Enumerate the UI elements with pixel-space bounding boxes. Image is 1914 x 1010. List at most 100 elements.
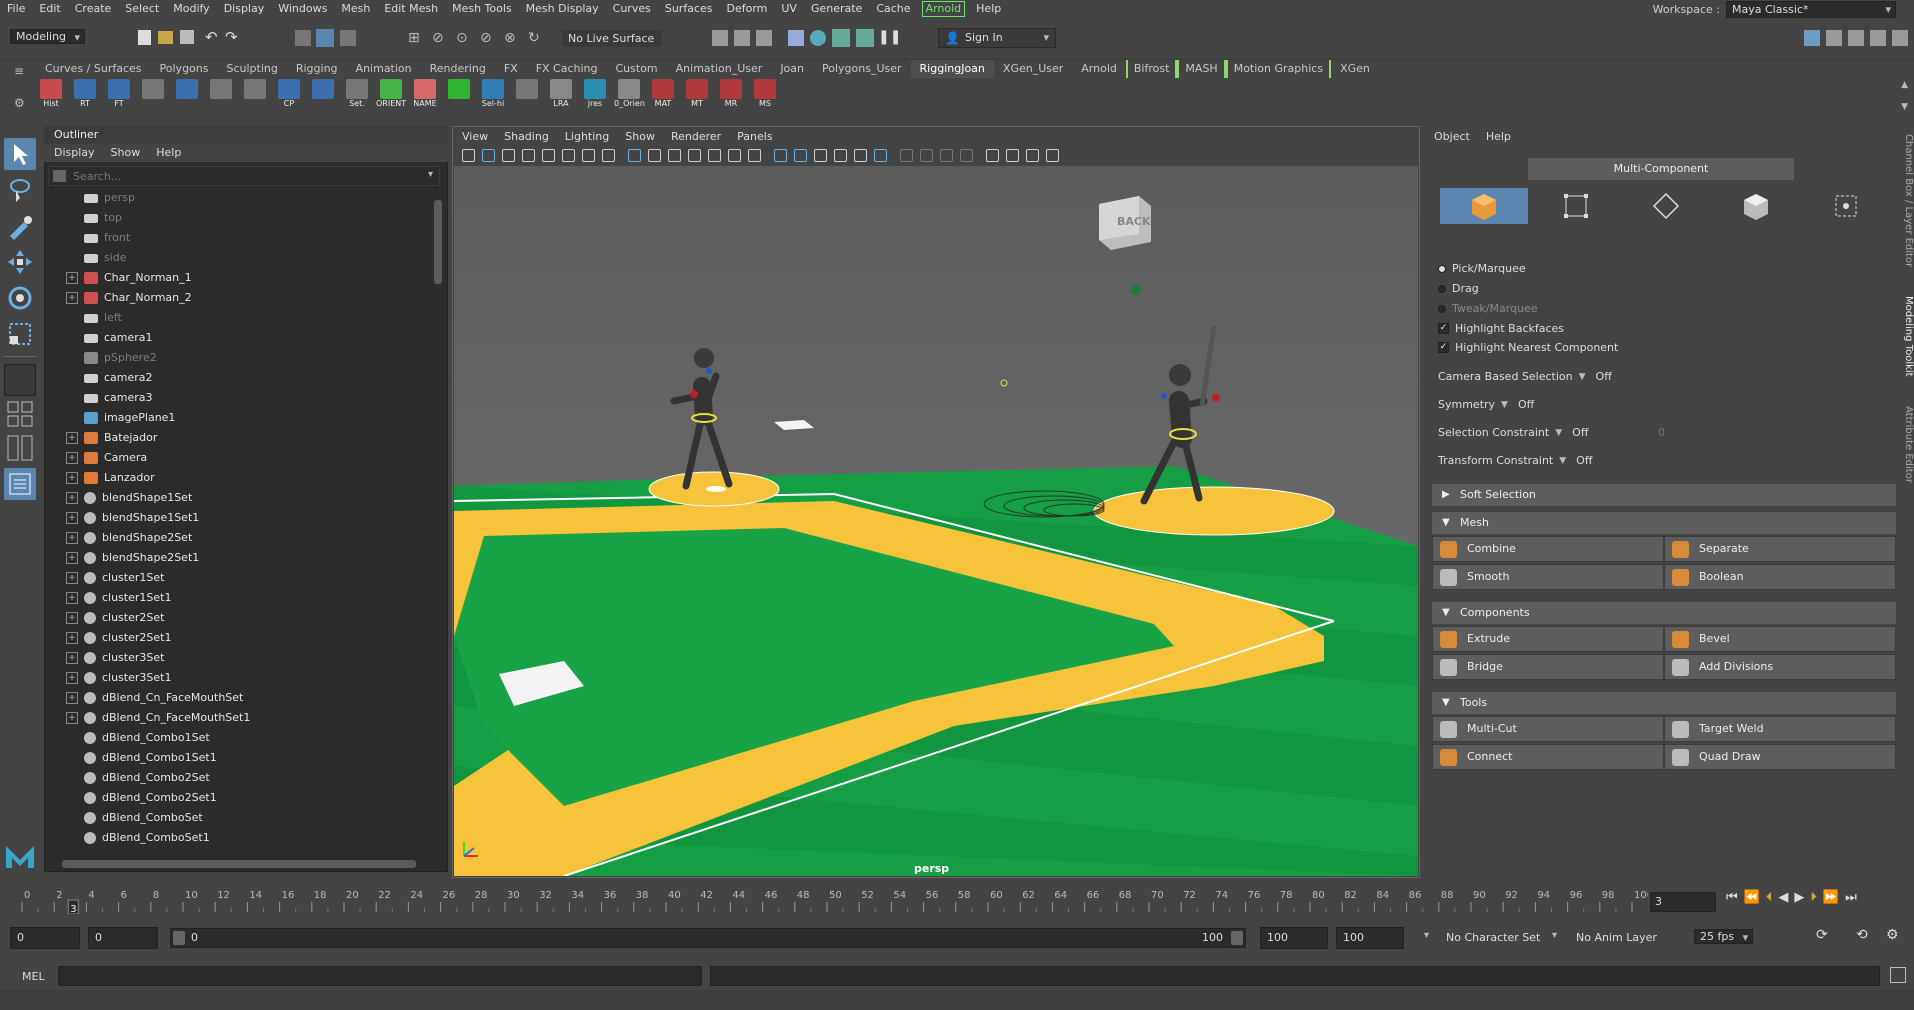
viewport-menu-view[interactable]: View — [462, 128, 488, 146]
drag-option[interactable]: Drag — [1438, 282, 1479, 295]
viewport-menu-show[interactable]: Show — [625, 128, 655, 146]
layout-toggle-icon-2[interactable] — [1826, 30, 1842, 46]
render-frame-icon[interactable] — [712, 30, 728, 46]
move-tool-icon[interactable] — [4, 246, 36, 278]
lasso-tool-icon[interactable] — [4, 174, 36, 206]
outliner-item[interactable]: + Camera — [48, 448, 432, 468]
outliner-item[interactable]: side — [48, 248, 432, 268]
highlight-nearest-option[interactable]: ✓ Highlight Nearest Component — [1438, 341, 1618, 354]
outliner-vertical-scrollbar[interactable] — [432, 190, 444, 856]
outliner-item[interactable]: dBlend_ComboSet1 — [48, 828, 432, 848]
viewport-tool-icon[interactable] — [708, 149, 721, 162]
script-language-label[interactable]: MEL — [22, 970, 45, 983]
viewport-tool-icon[interactable] — [628, 149, 641, 162]
menu-modify[interactable]: Modify — [166, 0, 216, 18]
side-tab-modeling-toolkit[interactable]: Modeling Toolkit — [1900, 296, 1914, 392]
outliner-menu-display[interactable]: Display — [54, 144, 95, 162]
shelf-button-tool-8[interactable] — [308, 78, 338, 114]
outliner-item[interactable]: + cluster2Set1 — [48, 628, 432, 648]
undo-icon[interactable]: ↶ — [205, 28, 218, 46]
snap-grid-icon[interactable]: ⊞ — [408, 30, 420, 46]
menu-edit[interactable]: Edit — [32, 0, 67, 18]
rotate-tool-icon[interactable] — [4, 282, 36, 314]
outliner-item[interactable]: persp — [48, 188, 432, 208]
viewport-tool-icon[interactable] — [920, 149, 933, 162]
shelf-settings-icon[interactable]: ⚙ — [14, 96, 25, 110]
pick-marquee-option[interactable]: Pick/Marquee — [1438, 262, 1526, 275]
tweak-marquee-radio[interactable] — [1438, 304, 1446, 313]
arnold-ipr-icon[interactable] — [856, 29, 874, 47]
chevron-down-icon[interactable]: ▼ — [1579, 372, 1586, 382]
viewport-tool-icon[interactable] — [748, 149, 761, 162]
viewport-menu-shading[interactable]: Shading — [504, 128, 549, 146]
viewport-tool-icon[interactable] — [794, 149, 807, 162]
menu-mesh-tools[interactable]: Mesh Tools — [445, 0, 519, 18]
open-scene-icon[interactable] — [158, 31, 173, 44]
snap-view-icon[interactable]: ⊘ — [480, 30, 492, 46]
play-forwards-icon[interactable]: ▶ — [1794, 890, 1804, 905]
mode-dropdown[interactable]: Modeling — [10, 29, 86, 44]
outliner-horizontal-scroll-thumb[interactable] — [62, 860, 416, 868]
multi-cut-button[interactable]: Multi-Cut — [1432, 716, 1664, 742]
layout-toggle-icon[interactable] — [1804, 30, 1820, 46]
viewport-tool-icon[interactable] — [1006, 149, 1019, 162]
outliner-menu-show[interactable]: Show — [111, 144, 141, 162]
menu-create[interactable]: Create — [68, 0, 119, 18]
scale-tool-icon[interactable] — [4, 318, 36, 350]
menu-display[interactable]: Display — [217, 0, 272, 18]
toolkit-menu-object[interactable]: Object — [1434, 130, 1470, 143]
outliner-item[interactable]: + blendShape2Set — [48, 528, 432, 548]
shelf-button-orient[interactable]: ORIENT — [376, 78, 406, 114]
expand-icon[interactable]: + — [66, 672, 78, 684]
shelf-button-jres[interactable]: jres — [580, 78, 610, 114]
viewport-tool-icon[interactable] — [648, 149, 661, 162]
ipr-render-icon[interactable] — [756, 30, 772, 46]
viewcube-label[interactable]: BACK — [1117, 215, 1151, 228]
range-handle-right[interactable] — [1231, 931, 1243, 945]
snap-point-icon[interactable]: ⊙ — [456, 30, 468, 46]
range-handle-left[interactable] — [173, 931, 185, 945]
viewport-tool-icon[interactable] — [582, 149, 595, 162]
bevel-button[interactable]: Bevel — [1664, 626, 1896, 652]
go-to-end-icon[interactable]: ⏭ — [1845, 890, 1857, 905]
filter-icon[interactable] — [53, 170, 66, 182]
bridge-button[interactable]: Bridge — [1432, 654, 1664, 680]
highlight-nearest-checkbox[interactable]: ✓ — [1438, 342, 1449, 353]
expand-icon[interactable]: + — [66, 452, 78, 464]
boolean-button[interactable]: Boolean — [1664, 564, 1896, 590]
viewport-tool-icon[interactable] — [874, 149, 887, 162]
play-backwards-icon[interactable]: ◀ — [1778, 890, 1788, 905]
pick-marquee-radio[interactable] — [1438, 264, 1446, 273]
search-options-chevron-icon[interactable]: ▾ — [428, 169, 433, 180]
shelf-button-sel-hi[interactable]: Sel-hi — [478, 78, 508, 114]
select-by-component-icon[interactable] — [340, 30, 356, 46]
tab-xgen-user[interactable]: XGen_User — [994, 60, 1072, 78]
shelf-scroll-up-icon[interactable]: ▲ — [1901, 80, 1908, 90]
outliner-item[interactable]: dBlend_Combo2Set — [48, 768, 432, 788]
four-view-layout-icon[interactable] — [4, 398, 36, 430]
expand-icon[interactable]: + — [66, 472, 78, 484]
symmetry-label[interactable]: Symmetry — [1438, 398, 1495, 411]
snap-curve-icon[interactable]: ⊘ — [432, 30, 444, 46]
highlight-backfaces-checkbox[interactable]: ✓ — [1438, 323, 1449, 334]
outliner-item[interactable]: + dBlend_Cn_FaceMouthSet — [48, 688, 432, 708]
smooth-button[interactable]: Smooth — [1432, 564, 1664, 590]
paint-select-tool-icon[interactable] — [4, 210, 36, 242]
range-bar[interactable]: 0 100 — [170, 928, 1246, 948]
save-scene-icon[interactable] — [180, 30, 194, 44]
sign-in-button[interactable]: 👤 Sign In ▾ — [938, 28, 1056, 48]
menu-arnold[interactable]: Arnold — [921, 1, 966, 17]
go-to-start-icon[interactable]: ⏮ — [1726, 890, 1738, 905]
selection-constraint-label[interactable]: Selection Constraint — [1438, 426, 1549, 439]
step-forward-key-icon[interactable]: ⏩ — [1823, 890, 1839, 905]
outliner-item[interactable]: pSphere2 — [48, 348, 432, 368]
viewport-tool-icon[interactable] — [774, 149, 787, 162]
animation-prefs-icon[interactable]: ⚙ — [1886, 927, 1899, 943]
expand-icon[interactable]: + — [66, 692, 78, 704]
expand-icon[interactable]: + — [66, 632, 78, 644]
tab-arnold[interactable]: Arnold — [1072, 60, 1126, 78]
redo-icon[interactable]: ↷ — [225, 28, 238, 46]
current-frame-field[interactable]: 3 — [1650, 892, 1716, 912]
expand-icon[interactable]: + — [66, 712, 78, 724]
connect-button[interactable]: Connect — [1432, 744, 1664, 770]
